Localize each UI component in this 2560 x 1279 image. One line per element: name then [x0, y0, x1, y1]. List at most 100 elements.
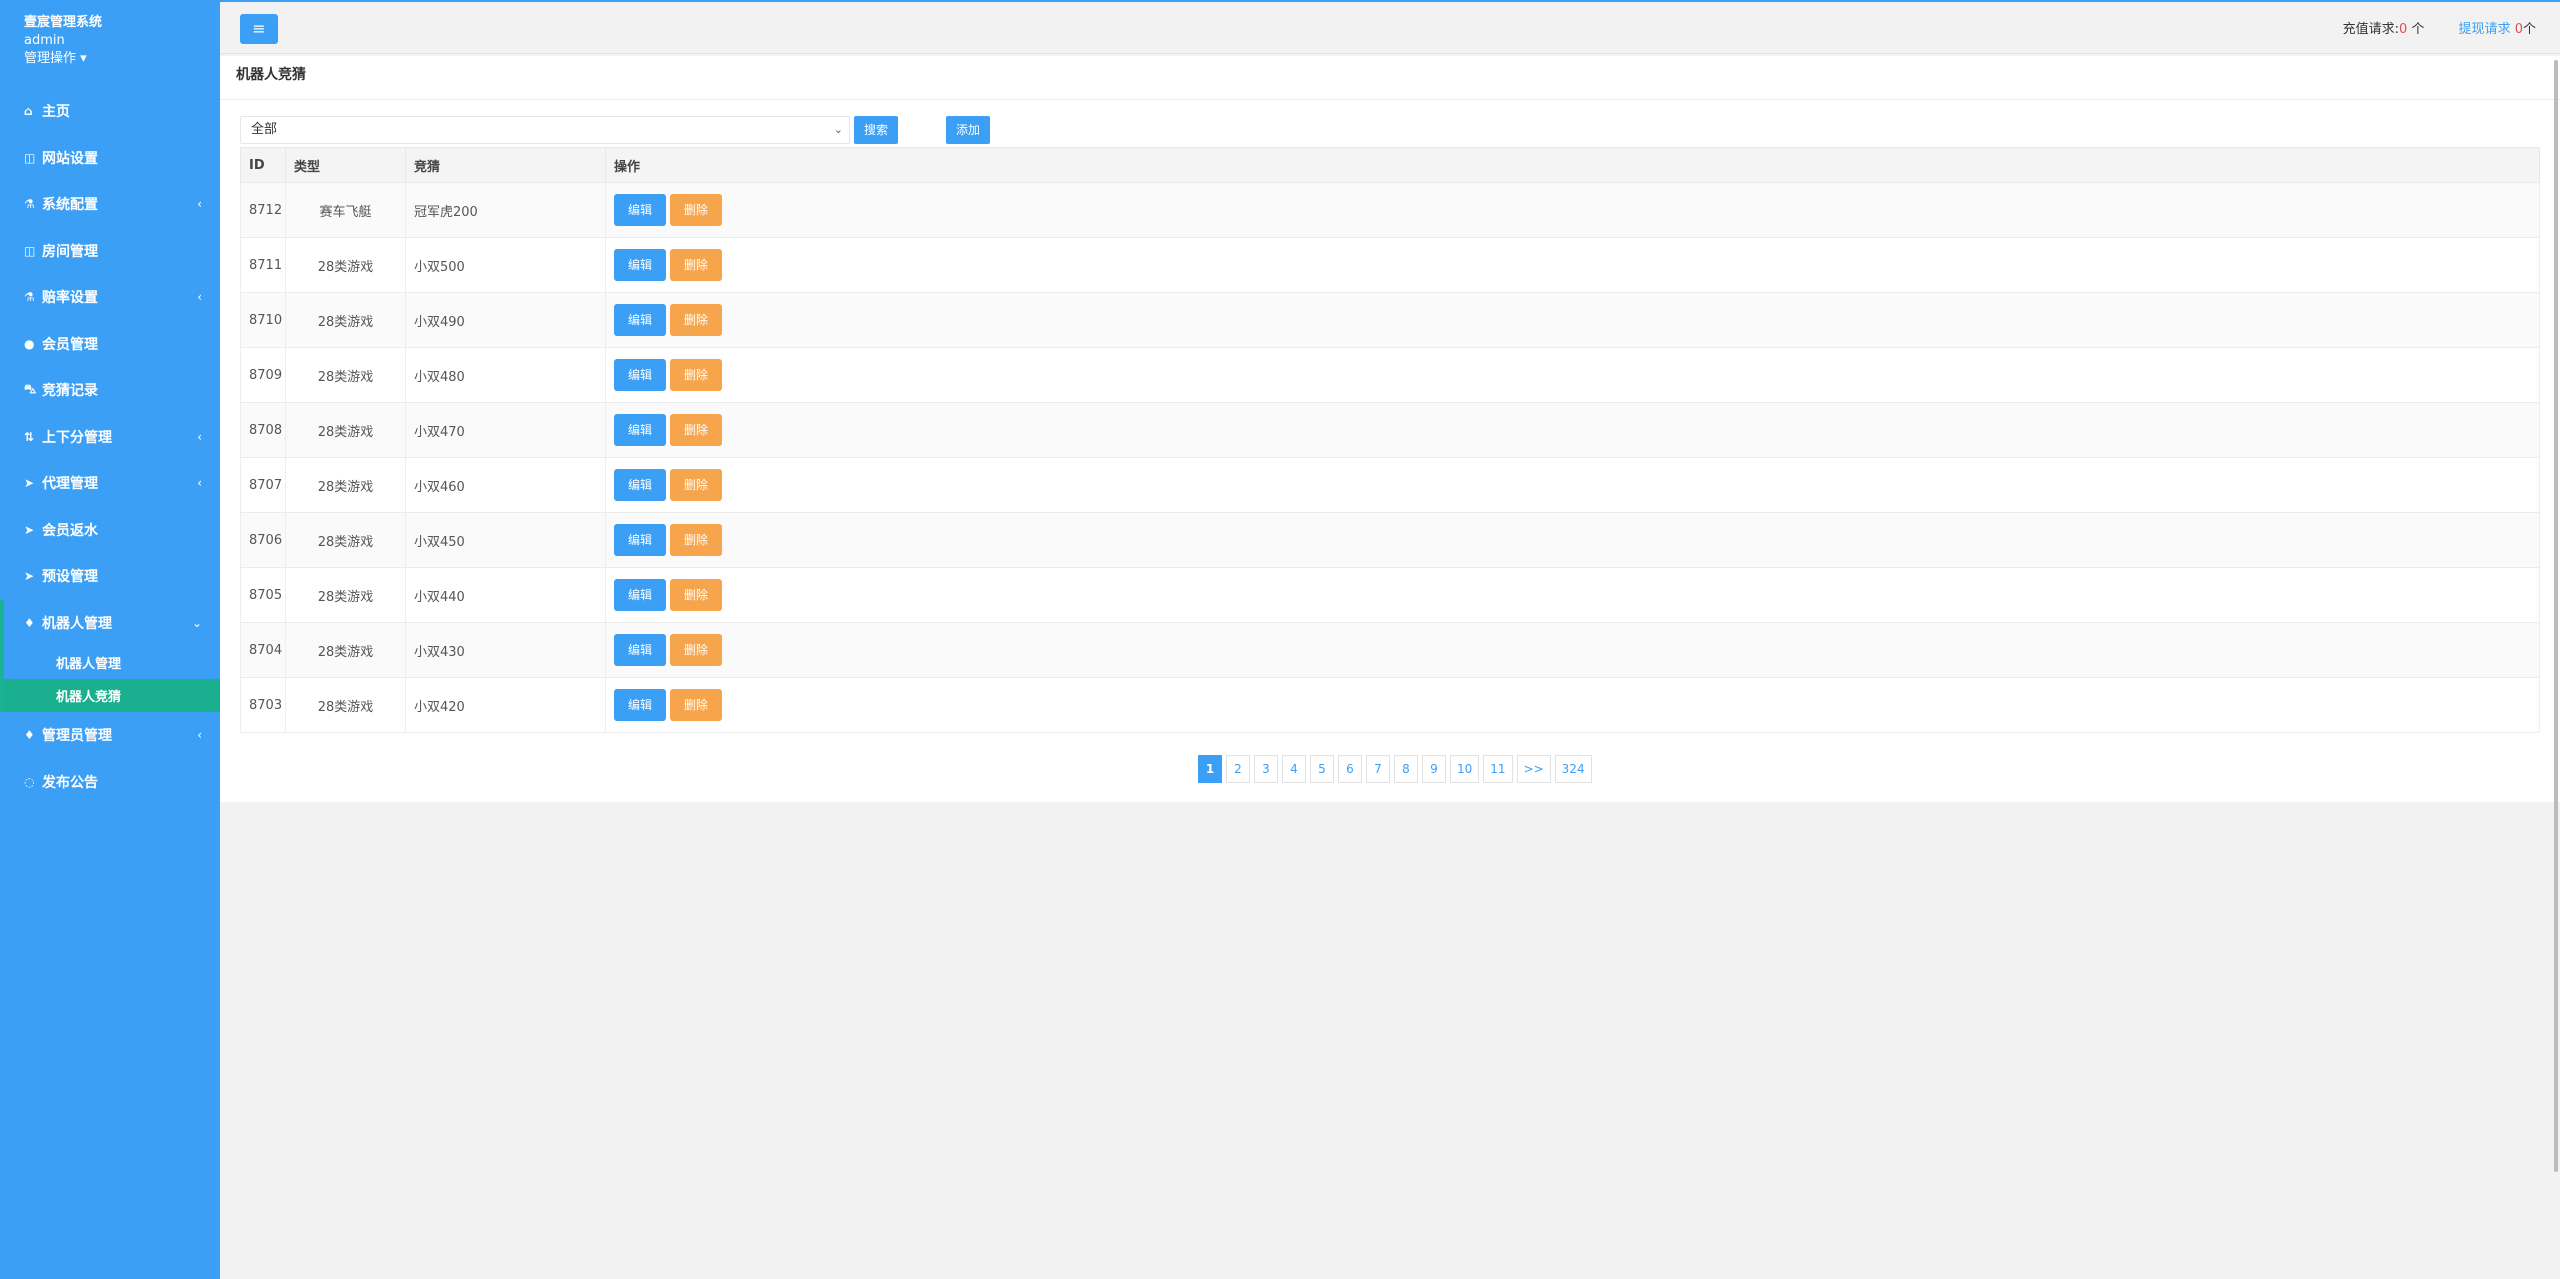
edit-button[interactable]: 编辑 [614, 304, 666, 336]
cell-actions: 编辑 删除 [605, 457, 2540, 513]
cell-actions: 编辑 删除 [605, 512, 2540, 568]
cell-id: 8709 [240, 347, 286, 403]
page-link[interactable]: 324 [1554, 755, 1592, 783]
page-link[interactable]: 3 [1254, 755, 1278, 783]
hamburger-icon: ≡ [252, 19, 266, 38]
sidebar-item[interactable]: ⚗ 系统配置 ‹ [0, 181, 220, 228]
edit-button[interactable]: 编辑 [614, 359, 666, 391]
user-menu[interactable]: 管理操作 ▾ [24, 50, 196, 68]
main-panel: 机器人竞猜 全部 ⌄ 搜索 添加 ID 类型 竞猜 操作 8712 赛车飞艇 冠军虎… [220, 56, 2560, 802]
sidebar-item[interactable]: ⛍ 竞猜记录 [0, 367, 220, 414]
edit-button[interactable]: 编辑 [614, 194, 666, 226]
type-select[interactable]: 全部 ⌄ [240, 116, 850, 144]
edit-button[interactable]: 编辑 [614, 249, 666, 281]
delete-button[interactable]: 删除 [670, 414, 722, 446]
delete-button[interactable]: 删除 [670, 359, 722, 391]
cell-id: 8708 [240, 402, 286, 458]
recharge-unit: 个 [2407, 22, 2425, 37]
cell-type: 28类游戏 [285, 512, 406, 568]
sidebar-item-label: 网站设置 [42, 150, 98, 167]
edit-button[interactable]: 编辑 [614, 469, 666, 501]
cell-guess: 小双450 [405, 512, 606, 568]
cell-guess: 小双500 [405, 237, 606, 293]
delete-button[interactable]: 删除 [670, 634, 722, 666]
delete-button[interactable]: 删除 [670, 689, 722, 721]
cell-guess: 小双490 [405, 292, 606, 348]
cell-type: 28类游戏 [285, 292, 406, 348]
car-icon: ⛍ [24, 382, 37, 397]
cell-actions: 编辑 删除 [605, 677, 2540, 733]
sidebar-item[interactable]: ♦ 机器人管理 ⌄ [0, 599, 220, 646]
sidebar-item-label: 系统配置 [42, 197, 98, 214]
delete-button[interactable]: 删除 [670, 194, 722, 226]
page-link[interactable]: 5 [1310, 755, 1334, 783]
username: admin [24, 33, 65, 48]
sidebar-item[interactable]: ⌂ 主页 [0, 88, 220, 135]
page-link[interactable]: 8 [1394, 755, 1418, 783]
page-link[interactable]: 6 [1338, 755, 1362, 783]
withdraw-link[interactable]: 提现请求 [2459, 22, 2511, 37]
page-link[interactable]: 1 [1198, 755, 1222, 783]
scrollbar[interactable] [2554, 60, 2558, 1172]
delete-button[interactable]: 删除 [670, 579, 722, 611]
sidebar-item[interactable]: ➤ 预设管理 [0, 553, 220, 600]
page-link[interactable]: 11 [1483, 755, 1513, 783]
cell-type: 28类游戏 [285, 402, 406, 458]
sidebar-item[interactable]: ◌ 发布公告 [0, 759, 220, 806]
table-row: 8711 28类游戏 小双500 编辑 删除 [240, 237, 2540, 293]
page-link[interactable]: 7 [1366, 755, 1390, 783]
edit-button[interactable]: 编辑 [614, 689, 666, 721]
sidebar-item[interactable]: ◫ 房间管理 [0, 228, 220, 275]
page-link[interactable]: 2 [1226, 755, 1250, 783]
user-icon: ● [24, 336, 35, 351]
menu-toggle-button[interactable]: ≡ [240, 14, 278, 44]
flask-icon: ⚗ [24, 290, 35, 305]
delete-button[interactable]: 删除 [670, 304, 722, 336]
table-row: 8703 28类游戏 小双420 编辑 删除 [240, 677, 2540, 733]
cell-actions: 编辑 删除 [605, 237, 2540, 293]
sidebar-item[interactable]: ⚗ 赔率设置 ‹ [0, 274, 220, 321]
page-link[interactable]: 10 [1450, 755, 1480, 783]
cell-type: 28类游戏 [285, 457, 406, 513]
table-header-row: ID 类型 竞猜 操作 [240, 147, 2540, 183]
cell-actions: 编辑 删除 [605, 292, 2540, 348]
filter-bar: 全部 ⌄ 搜索 添加 [240, 116, 990, 144]
sidebar-subitem[interactable]: 机器人竞猜 [4, 679, 220, 712]
sidebar-item[interactable]: ⇅ 上下分管理 ‹ [0, 414, 220, 461]
sidebar-item[interactable]: ➤ 会员返水 [0, 507, 220, 554]
search-button[interactable]: 搜索 [854, 116, 898, 144]
withdraw-count: 0 [2514, 22, 2523, 37]
withdraw-unit: 个 [2522, 22, 2536, 37]
add-button[interactable]: 添加 [946, 116, 990, 144]
columns-icon: ◫ [24, 243, 36, 258]
cell-id: 8712 [240, 182, 286, 238]
columns-icon: ◫ [24, 150, 36, 165]
edit-button[interactable]: 编辑 [614, 634, 666, 666]
sidebar-item[interactable]: ➤ 代理管理 ‹ [0, 460, 220, 507]
sidebar-item[interactable]: ♦ 管理员管理 ‹ [0, 712, 220, 759]
table-row: 8704 28类游戏 小双430 编辑 删除 [240, 622, 2540, 678]
cell-id: 8703 [240, 677, 286, 733]
sidebar-item[interactable]: ◫ 网站设置 [0, 135, 220, 182]
cell-actions: 编辑 删除 [605, 182, 2540, 238]
edit-button[interactable]: 编辑 [614, 414, 666, 446]
col-header-guess: 竞猜 [405, 147, 606, 183]
table-row: 8710 28类游戏 小双490 编辑 删除 [240, 292, 2540, 348]
edit-button[interactable]: 编辑 [614, 524, 666, 556]
table-row: 8707 28类游戏 小双460 编辑 删除 [240, 457, 2540, 513]
edit-button[interactable]: 编辑 [614, 579, 666, 611]
delete-button[interactable]: 删除 [670, 469, 722, 501]
page-link[interactable]: 4 [1282, 755, 1306, 783]
sidebar-subitem[interactable]: 机器人管理 [4, 646, 220, 679]
cell-guess: 小双430 [405, 622, 606, 678]
sidebar-item-label: 管理员管理 [42, 728, 112, 745]
sidebar-item-label: 预设管理 [42, 569, 98, 586]
delete-button[interactable]: 删除 [670, 524, 722, 556]
sidebar-item[interactable]: ● 会员管理 [0, 321, 220, 368]
col-header-id: ID [240, 147, 286, 183]
delete-button[interactable]: 删除 [670, 249, 722, 281]
page-link[interactable]: >> [1516, 755, 1551, 783]
page-link[interactable]: 9 [1422, 755, 1446, 783]
cell-type: 28类游戏 [285, 237, 406, 293]
send-icon: ➤ [24, 522, 35, 537]
